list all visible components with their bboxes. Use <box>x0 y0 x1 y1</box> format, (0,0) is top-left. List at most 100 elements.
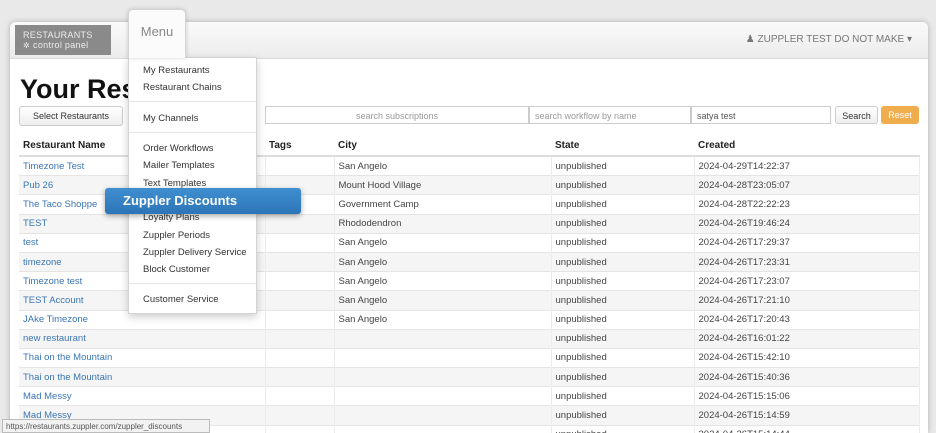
header-state[interactable]: State <box>551 136 694 157</box>
cell-tags <box>265 290 335 310</box>
header-tags[interactable]: Tags <box>265 136 334 157</box>
menu-item-my-restaurants[interactable]: My Restaurants <box>143 65 210 76</box>
menu-divider <box>129 101 256 102</box>
cell-tags <box>265 271 335 291</box>
cell-city: San Angelo <box>334 271 552 291</box>
cell-restaurant-name[interactable]: new restaurant <box>19 328 266 349</box>
table-row[interactable]: Mad Messy unpublished 2024-04-26T15:15:06 <box>19 386 920 406</box>
cell-state: unpublished <box>551 290 695 310</box>
menu-item-my-channels[interactable]: My Channels <box>143 113 198 124</box>
cell-created: 2024-04-26T17:23:31 <box>694 251 920 272</box>
cell-tags <box>265 405 335 426</box>
cell-state: unpublished <box>551 271 695 291</box>
cell-state: unpublished <box>551 251 695 272</box>
cell-created: 2024-04-28T22:22:23 <box>694 194 920 215</box>
user-name: ZUPPLER TEST DO NOT MAKE <box>757 34 905 45</box>
cell-restaurant-name[interactable]: Thai on the Mountain <box>19 347 266 368</box>
cell-tags <box>265 309 335 330</box>
cell-city <box>334 367 552 387</box>
menu-item-block-customer[interactable]: Block Customer <box>143 264 210 275</box>
table-row[interactable]: Thai on the Mountain unpublished 2024-04-2… <box>19 367 920 387</box>
cell-tags <box>265 213 335 234</box>
cell-tags <box>265 347 335 368</box>
cell-city <box>334 328 552 349</box>
search-workflow-input[interactable]: search workflow by name <box>529 106 691 124</box>
menu-item-order-workflows[interactable]: Order Workflows <box>143 143 214 154</box>
menu-item-zuppler-delivery-service[interactable]: Zuppler Delivery Service <box>143 247 246 258</box>
cell-state: unpublished <box>551 328 695 349</box>
cell-state: unpublished <box>551 309 695 330</box>
cell-tags <box>265 424 335 433</box>
cell-state: unpublished <box>551 424 695 433</box>
menu-dropdown: My Restaurants Restaurant Chains My Chan… <box>128 57 257 314</box>
menu-item-zuppler-periods[interactable]: Zuppler Periods <box>143 230 210 241</box>
cell-created: 2024-04-26T19:46:24 <box>694 213 920 234</box>
cell-created: 2024-04-26T15:42:10 <box>694 347 920 368</box>
cell-city: Government Camp <box>334 194 552 215</box>
cell-city: San Angelo <box>334 251 552 272</box>
cell-created: 2024-04-26T15:14:59 <box>694 405 920 426</box>
brand-title: RESTAURANTS <box>23 30 93 40</box>
cell-tags <box>265 386 335 406</box>
cell-state: unpublished <box>551 367 695 387</box>
cell-tags <box>265 155 335 176</box>
menu-button[interactable]: Menu <box>128 9 186 58</box>
cell-city: Mount Hood Village <box>334 175 552 195</box>
table-row[interactable]: Thai on the Mountain unpublished 2024-04-2… <box>19 347 920 368</box>
cell-city: San Angelo <box>334 232 552 253</box>
cell-state: unpublished <box>551 405 695 426</box>
cell-city: San Angelo <box>334 309 552 330</box>
cell-city <box>334 347 552 368</box>
table-row[interactable]: new restaurant unpublished 2024-04-26T16:0… <box>19 328 920 349</box>
select-restaurants-button[interactable]: Select Restaurants <box>19 106 123 126</box>
cell-city: San Angelo <box>334 155 552 176</box>
cell-city <box>334 405 552 426</box>
search-subscriptions-input[interactable]: search subscriptions <box>265 106 529 124</box>
menu-item-customer-service[interactable]: Customer Service <box>143 294 219 305</box>
menu-divider <box>129 283 256 284</box>
cell-created: 2024-04-26T17:29:37 <box>694 232 920 253</box>
cell-created: 2024-04-26T17:23:07 <box>694 271 920 291</box>
menu-item-zuppler-discounts[interactable]: Zuppler Discounts <box>105 188 301 214</box>
brand-subtitle: control panel <box>33 40 89 50</box>
gear-icon: ✲ <box>23 41 31 50</box>
cell-created: 2024-04-26T15:14:44 <box>694 424 920 433</box>
cell-city <box>334 386 552 406</box>
cell-created: 2024-04-26T15:15:06 <box>694 386 920 406</box>
cell-state: unpublished <box>551 155 695 176</box>
cell-state: unpublished <box>551 213 695 234</box>
cell-city <box>334 424 552 433</box>
menu-divider <box>129 132 256 133</box>
cell-tags <box>265 251 335 272</box>
cell-created: 2024-04-26T17:21:10 <box>694 290 920 310</box>
name-filter-input[interactable]: satya test <box>691 106 831 124</box>
cell-created: 2024-04-26T16:01:22 <box>694 328 920 349</box>
cell-state: unpublished <box>551 175 695 195</box>
cell-state: unpublished <box>551 194 695 215</box>
user-menu[interactable]: ♟ ZUPPLER TEST DO NOT MAKE ▾ <box>746 34 912 45</box>
brand-logo[interactable]: RESTAURANTS ✲ control panel <box>15 25 111 55</box>
cell-created: 2024-04-26T17:20:43 <box>694 309 920 330</box>
header-created[interactable]: Created <box>694 136 919 157</box>
cell-tags <box>265 367 335 387</box>
cell-city: Rhododendron <box>334 213 552 234</box>
cell-created: 2024-04-28T23:05:07 <box>694 175 920 195</box>
reset-button[interactable]: Reset <box>881 106 919 124</box>
cell-city: San Angelo <box>334 290 552 310</box>
menu-item-mailer-templates[interactable]: Mailer Templates <box>143 160 215 171</box>
header-city[interactable]: City <box>334 136 551 157</box>
caret-down-icon: ▾ <box>906 34 912 45</box>
user-icon: ♟ <box>745 34 755 45</box>
cell-state: unpublished <box>551 232 695 253</box>
search-button[interactable]: Search <box>835 106 878 124</box>
cell-created: 2024-04-26T15:40:36 <box>694 367 920 387</box>
page-title: Your Restaurants <box>20 74 135 104</box>
cell-created: 2024-04-29T14:22:37 <box>694 155 920 176</box>
cell-tags <box>265 232 335 253</box>
status-bar-url: https://restaurants.zuppler.com/zuppler_… <box>2 419 210 433</box>
cell-restaurant-name[interactable]: Thai on the Mountain <box>19 367 266 387</box>
cell-state: unpublished <box>551 347 695 368</box>
cell-state: unpublished <box>551 386 695 406</box>
cell-restaurant-name[interactable]: Mad Messy <box>19 386 266 406</box>
menu-item-restaurant-chains[interactable]: Restaurant Chains <box>143 82 222 93</box>
